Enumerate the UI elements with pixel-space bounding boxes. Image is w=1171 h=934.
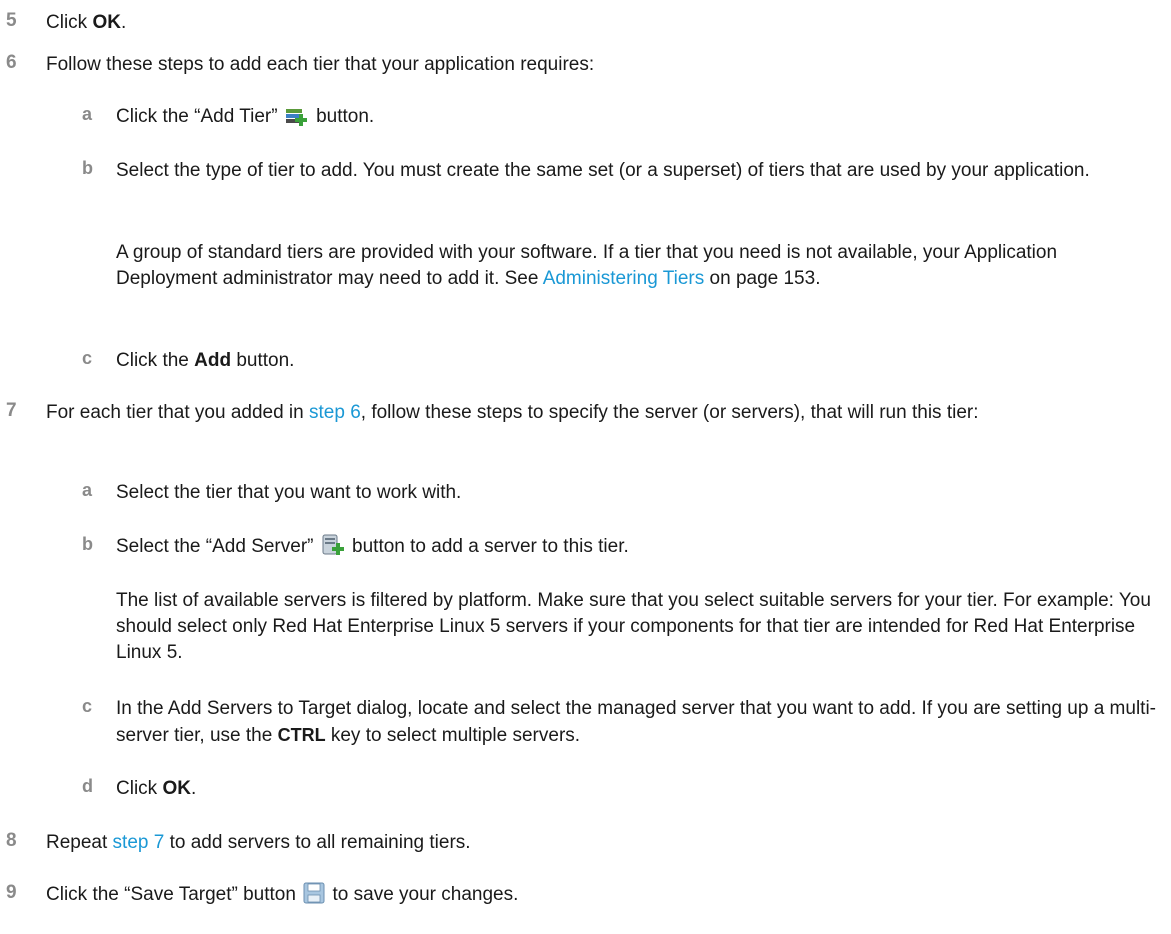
- step-number: 5: [6, 10, 17, 31]
- substep-text: Click the Add button.: [116, 348, 1161, 374]
- add-tier-icon: [285, 106, 309, 134]
- substep-text: Select the type of tier to add. You must…: [116, 160, 1090, 181]
- step-number: 7: [6, 400, 17, 421]
- add-server-icon: [321, 534, 345, 564]
- substep-text: Select the tier that you want to work wi…: [116, 482, 462, 503]
- step-text: For each tier that you added in step 6, …: [46, 400, 1161, 426]
- substep-letter: b: [82, 534, 93, 554]
- substep-text: Click OK.: [116, 776, 1161, 802]
- substep-paragraph: The list of available servers is filtere…: [116, 590, 1151, 663]
- add-label: Add: [194, 350, 232, 371]
- step-text-pre: Click: [46, 12, 93, 33]
- step-text: Click OK.: [46, 10, 1161, 36]
- step-number: 9: [6, 882, 17, 903]
- step-text: Click the “Save Target” button to save y…: [46, 882, 1161, 912]
- substep-text-pre: Click: [116, 778, 163, 799]
- step-text-pre: Repeat: [46, 832, 113, 853]
- substep-text-pre: Select the “Add Server”: [116, 536, 314, 557]
- substep-letter: a: [82, 104, 93, 124]
- substep-letter: d: [82, 776, 93, 796]
- substep-letter: c: [82, 696, 93, 716]
- paragraph-post: on page 153.: [704, 268, 821, 289]
- step-text-post: to add servers to all remaining tiers.: [164, 832, 471, 853]
- substep-text-post: button.: [231, 350, 295, 371]
- step-number: 8: [6, 830, 17, 851]
- ok-label: OK: [162, 778, 191, 799]
- substep-text-pre: Click the: [116, 350, 195, 371]
- substep-letter: c: [82, 348, 93, 368]
- substep-text: In the Add Servers to Target dialog, loc…: [116, 696, 1161, 749]
- substep-text-pre: Click the “Add Tier”: [116, 106, 278, 127]
- step-7-link[interactable]: step 7: [113, 832, 165, 853]
- substep-text-post: key to select multiple servers.: [325, 725, 581, 746]
- substep-text-post: .: [190, 778, 197, 799]
- save-target-icon: [303, 882, 325, 912]
- step-text-post: , follow these steps to specify the serv…: [360, 402, 979, 423]
- substep-text-post: button to add a server to this tier.: [346, 536, 629, 557]
- step-text: Repeat step 7 to add servers to all rema…: [46, 830, 1161, 856]
- step-text-pre: For each tier that you added in: [46, 402, 309, 423]
- substep-text-pre: In the Add Servers to Target dialog, loc…: [116, 698, 1156, 746]
- step-6-link[interactable]: step 6: [309, 402, 361, 423]
- substep-text: Select the “Add Server” button to add a …: [116, 534, 1161, 564]
- substep-text: Click the “Add Tier” button.: [116, 104, 1161, 134]
- step-text-post: to save your changes.: [327, 884, 519, 905]
- ok-label: OK: [92, 12, 121, 33]
- step-number: 6: [6, 52, 17, 73]
- administering-tiers-link[interactable]: Administering Tiers: [543, 268, 705, 289]
- substep-text-post: button.: [310, 106, 375, 127]
- step-text: Follow these steps to add each tier that…: [46, 54, 595, 75]
- document-page: 5 Click OK. 6 Follow these steps to add …: [0, 0, 1171, 934]
- ctrl-key-label: CTRL: [277, 725, 326, 745]
- step-text-pre: Click the “Save Target” button: [46, 884, 296, 905]
- substep-letter: a: [82, 480, 93, 500]
- substep-letter: b: [82, 158, 93, 178]
- step-text-post: .: [120, 12, 127, 33]
- substep-paragraph: A group of standard tiers are provided w…: [116, 240, 1161, 292]
